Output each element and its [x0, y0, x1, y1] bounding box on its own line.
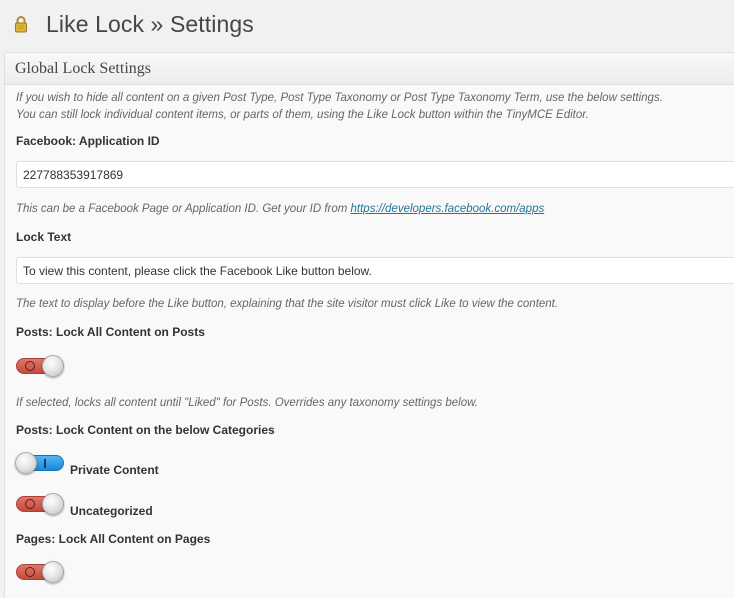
global-lock-settings-panel: Global Lock Settings If you wish to hide… — [4, 52, 734, 598]
off-indicator-icon — [25, 499, 35, 509]
off-indicator-icon — [25, 361, 35, 371]
facebook-app-id-help-text: This can be a Facebook Page or Applicati… — [16, 203, 351, 215]
page-title: Like Lock » Settings — [46, 10, 254, 37]
lock-text-label: Lock Text — [16, 230, 72, 244]
facebook-app-id-help: This can be a Facebook Page or Applicati… — [16, 201, 544, 218]
pages-lock-all-label: Pages: Lock All Content on Pages — [16, 532, 211, 546]
off-indicator-icon — [25, 567, 35, 577]
toggle-knob — [15, 452, 37, 474]
facebook-developers-link[interactable]: https://developers.facebook.com/apps — [351, 203, 545, 215]
lock-text-help: The text to display before the Like butt… — [16, 298, 559, 310]
pages-lock-all-toggle[interactable] — [16, 561, 66, 583]
toggle-knob — [42, 355, 64, 377]
page-header: Like Lock » Settings — [14, 8, 254, 40]
intro-text-line-1: If you wish to hide all content on a giv… — [16, 92, 663, 104]
category-private-content-toggle[interactable] — [15, 452, 66, 474]
panel-title: Global Lock Settings — [15, 60, 151, 77]
on-indicator-icon — [44, 459, 46, 468]
category-uncategorized-label: Uncategorized — [70, 504, 153, 518]
posts-lock-all-help: If selected, locks all content until "Li… — [16, 397, 478, 409]
lock-text-input[interactable] — [16, 257, 734, 284]
facebook-app-id-label: Facebook: Application ID — [16, 134, 160, 148]
posts-lock-all-label: Posts: Lock All Content on Posts — [16, 325, 205, 339]
facebook-app-id-input[interactable] — [16, 161, 734, 188]
intro-text-line-2: You can still lock individual content it… — [16, 109, 589, 121]
category-uncategorized-toggle[interactable] — [16, 493, 66, 515]
toggle-knob — [42, 561, 64, 583]
lock-icon — [14, 14, 28, 34]
panel-header: Global Lock Settings — [5, 53, 734, 85]
category-private-content-label: Private Content — [70, 463, 159, 477]
posts-categories-label: Posts: Lock Content on the below Categor… — [16, 423, 275, 437]
toggle-knob — [42, 493, 64, 515]
posts-lock-all-toggle[interactable] — [16, 355, 66, 377]
